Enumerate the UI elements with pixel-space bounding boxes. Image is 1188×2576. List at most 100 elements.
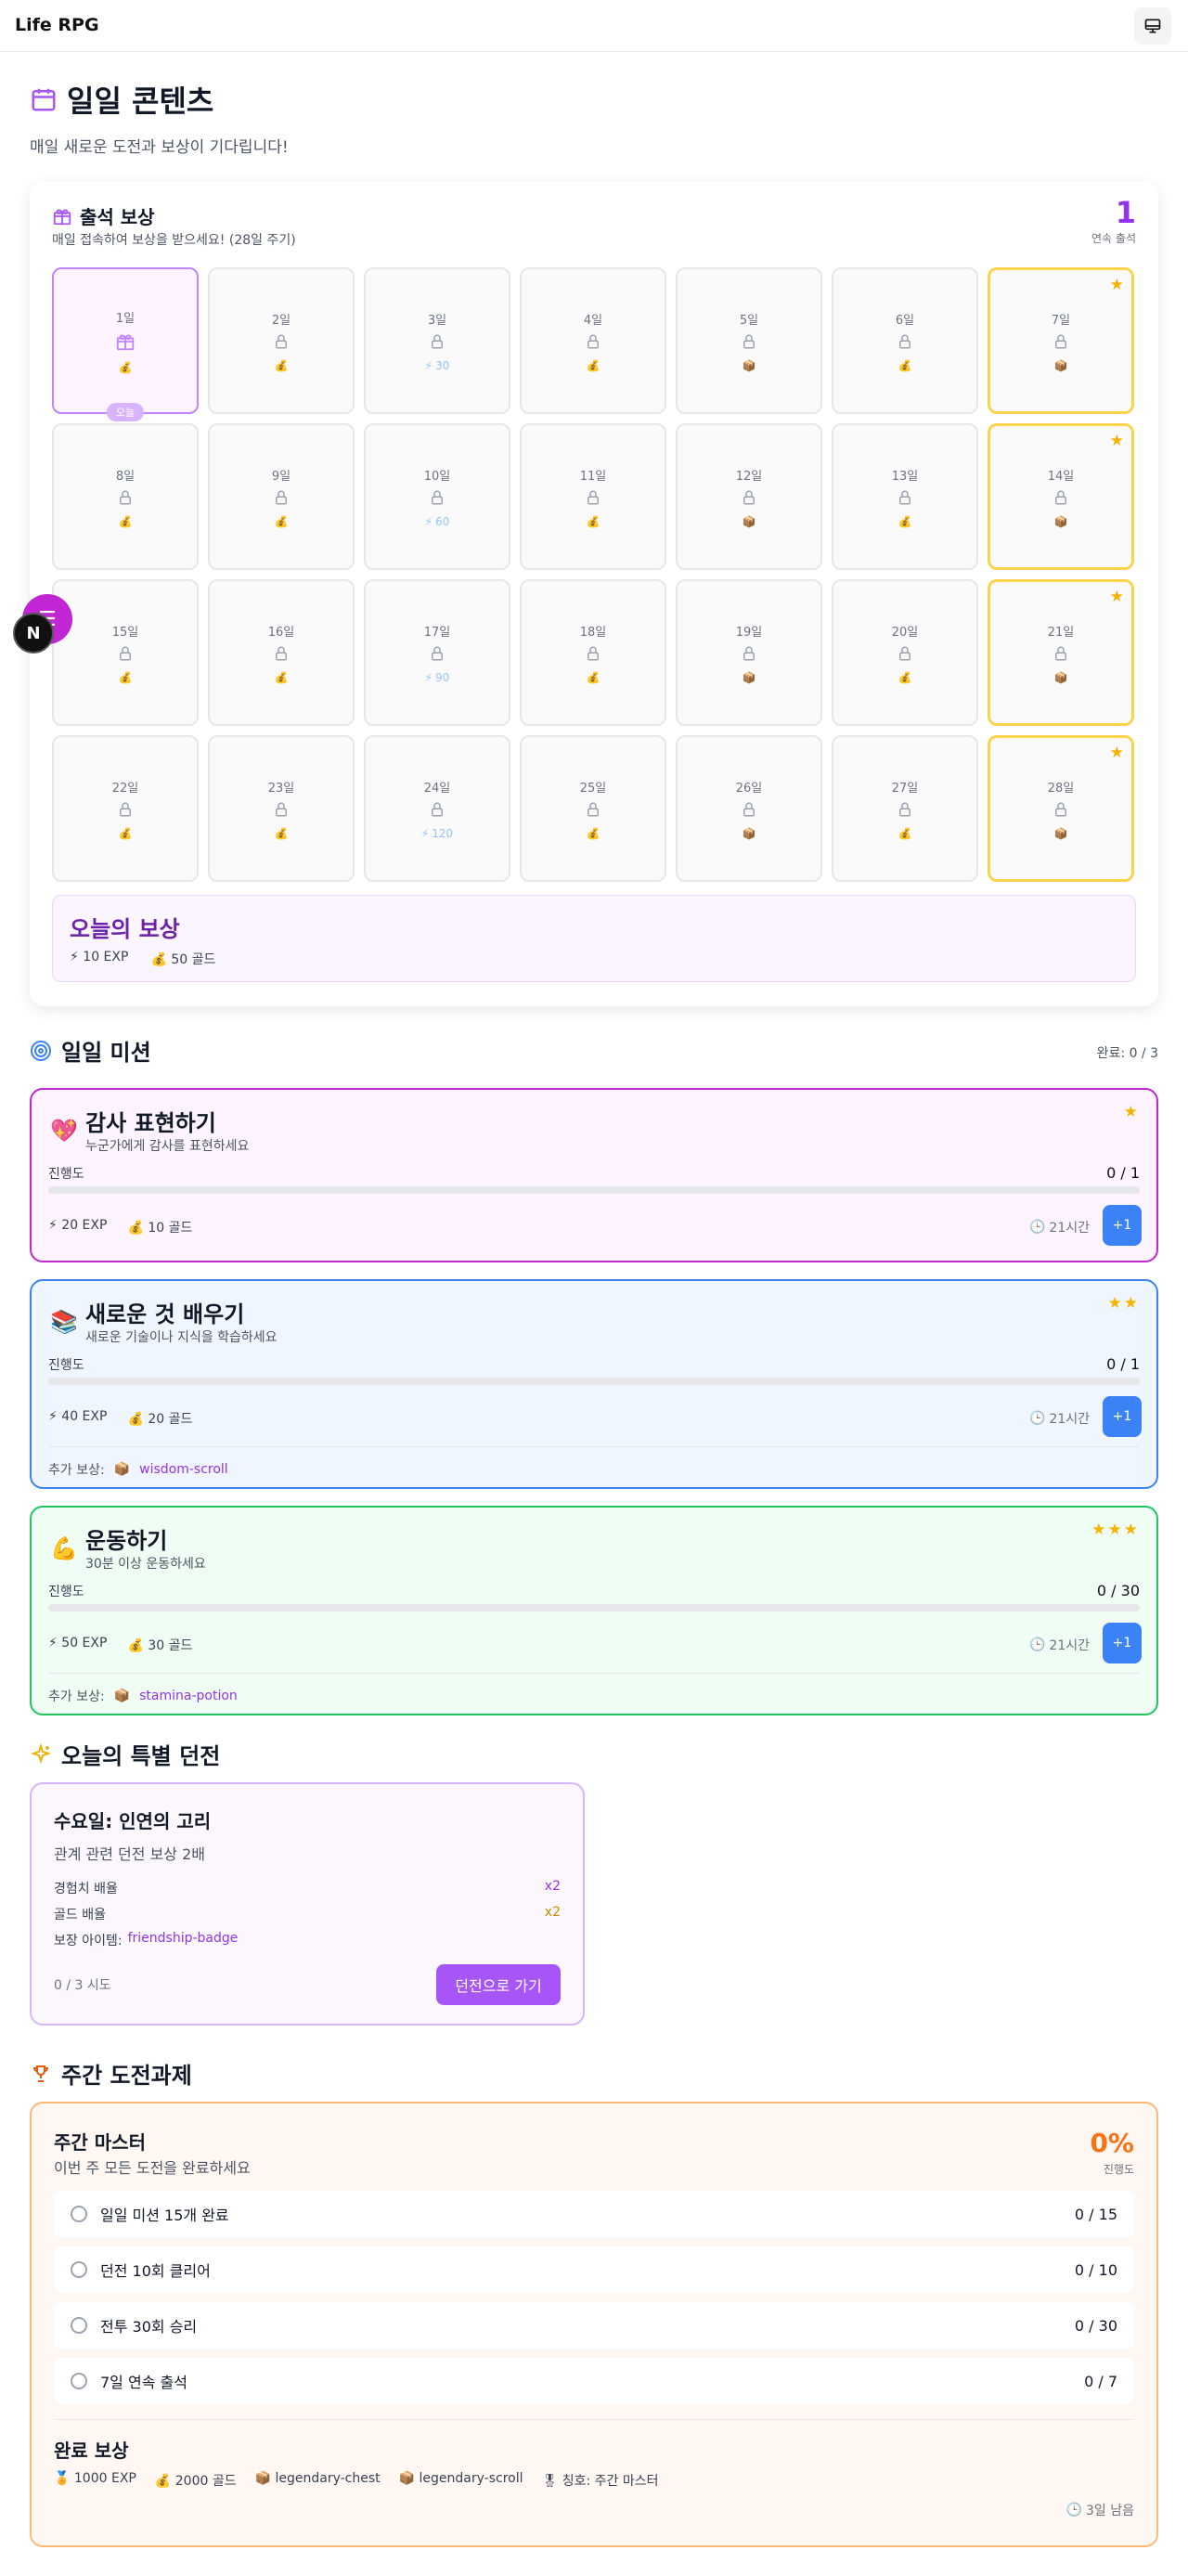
item-box-icon: 📦 xyxy=(1053,670,1068,684)
mission-title: 감사 표현하기 xyxy=(85,1110,216,1136)
extra-reward-label: 추가 보상: xyxy=(48,1689,105,1704)
item-box-icon: 📦 xyxy=(254,2471,272,2486)
attendance-day[interactable]: 26일 📦 xyxy=(676,735,822,882)
page-title-text: 일일 콘텐츠 xyxy=(67,84,214,119)
increment-button[interactable]: +1 xyxy=(1103,1396,1142,1437)
circle-icon xyxy=(71,2373,87,2389)
attendance-day[interactable]: 9일 💰 xyxy=(208,423,355,570)
dungeon-gold-label: 골드 배율 xyxy=(54,1908,106,1922)
mission-rewards: ⚡ 50 EXP 💰 30 골드 xyxy=(48,1636,192,1654)
lightning-icon: ⚡ xyxy=(424,670,433,684)
weekly-reward-text: 칭호: 주간 마스터 xyxy=(562,2474,659,2489)
mission-icon: 💪 xyxy=(50,1535,78,1561)
lock-icon xyxy=(272,801,291,822)
attendance-day[interactable]: 7일 📦 ★ xyxy=(988,267,1134,414)
weekly-reward-item: 📦 legendary-chest xyxy=(255,2471,381,2490)
attendance-day[interactable]: 4일 💰 xyxy=(520,267,666,414)
attendance-day[interactable]: 25일 💰 xyxy=(520,735,666,882)
attendance-day[interactable]: 6일 💰 xyxy=(832,267,978,414)
day-label: 28일 xyxy=(1047,781,1075,796)
attendance-day[interactable]: 18일 💰 xyxy=(520,579,666,726)
medal-icon: 🎖 xyxy=(541,2474,559,2489)
gold-bag-icon: 💰 xyxy=(586,358,600,372)
extra-reward-item: wisdom-scroll xyxy=(139,1462,228,1477)
weekly-task-label: 일일 미션 15개 완료 xyxy=(100,2207,229,2224)
lightning-icon: ⚡ xyxy=(70,950,79,964)
weekly-task: 7일 연속 출석 0 / 7 xyxy=(54,2358,1134,2404)
lock-icon xyxy=(584,801,602,822)
today-reward-items: ⚡ 10 EXP 💰 50 골드 xyxy=(70,950,215,968)
mission-time-left: 🕒 21시간 xyxy=(1029,1218,1090,1236)
attendance-day[interactable]: 2일 💰 xyxy=(208,267,355,414)
difficulty-stars: ★ xyxy=(1123,1103,1140,1121)
attendance-day[interactable]: 20일 💰 xyxy=(832,579,978,726)
day-label: 3일 xyxy=(427,313,447,328)
weekly-time-left-text: 3일 남음 xyxy=(1086,2504,1134,2518)
attendance-day[interactable]: 28일 📦 ★ xyxy=(988,735,1134,882)
day-reward-value: 90 xyxy=(435,670,450,684)
attendance-day[interactable]: 15일 💰 xyxy=(52,579,199,726)
mission-title: 운동하기 xyxy=(85,1528,168,1554)
gift-icon xyxy=(115,331,136,356)
attendance-day[interactable]: 14일 📦 ★ xyxy=(988,423,1134,570)
weekly-task-count: 0 / 15 xyxy=(1074,2205,1117,2223)
lock-icon xyxy=(428,645,446,666)
weekly-task-label: 7일 연속 출석 xyxy=(100,2374,187,2391)
day-label: 16일 xyxy=(267,625,295,640)
mission-exp-text: 40 EXP xyxy=(61,1409,108,1424)
item-box-icon: 📦 xyxy=(113,1689,131,1703)
difficulty-stars: ★★ xyxy=(1107,1294,1140,1313)
progress-label: 진행도 xyxy=(48,1358,84,1373)
clock-icon: 🕒 xyxy=(1028,1638,1046,1652)
monitor-button[interactable] xyxy=(1134,7,1171,45)
weekly-task-count: 0 / 30 xyxy=(1074,2316,1117,2335)
today-reward-box: 오늘의 보상 ⚡ 10 EXP 💰 50 골드 xyxy=(52,895,1136,982)
item-box-icon: 📦 xyxy=(113,1462,131,1477)
attendance-day[interactable]: 23일 💰 xyxy=(208,735,355,882)
attendance-day[interactable]: 21일 📦 ★ xyxy=(988,579,1134,726)
attendance-day[interactable]: 16일 💰 xyxy=(208,579,355,726)
attendance-day[interactable]: 17일 ⚡ 90 xyxy=(364,579,510,726)
attendance-day[interactable]: 27일 💰 xyxy=(832,735,978,882)
gold-bag-icon: 💰 xyxy=(274,670,289,684)
mission-card: 📚 새로운 것 배우기 새로운 기술이나 지식을 학습하세요 ★★ 진행도 0 … xyxy=(30,1279,1158,1489)
weekly-reward-list: 🏅 1000 EXP 💰 2000 골드 📦 legendary-chest 📦 le… xyxy=(54,2471,659,2490)
lock-icon xyxy=(1052,645,1070,666)
attendance-day[interactable]: 22일 💰 xyxy=(52,735,199,882)
attendance-day[interactable]: 19일 📦 xyxy=(676,579,822,726)
go-dungeon-button[interactable]: 던전으로 가기 xyxy=(436,1964,561,2005)
increment-button[interactable]: +1 xyxy=(1103,1623,1142,1663)
progress-label: 진행도 xyxy=(48,1585,84,1599)
circle-icon xyxy=(71,2261,87,2278)
day-label: 23일 xyxy=(267,781,295,796)
attendance-day[interactable]: 1일 💰 오늘 xyxy=(52,267,199,421)
attendance-day[interactable]: 5일 📦 xyxy=(676,267,822,414)
extra-reward-label: 추가 보상: xyxy=(48,1463,105,1478)
attendance-day[interactable]: 12일 📦 xyxy=(676,423,822,570)
app-title[interactable]: Life RPG xyxy=(15,15,99,35)
dungeon-attempts: 0 / 3 시도 xyxy=(54,1978,111,1993)
progress-label: 진행도 xyxy=(48,1167,84,1182)
attendance-day[interactable]: 24일 ⚡ 120 xyxy=(364,735,510,882)
attendance-day[interactable]: 8일 💰 xyxy=(52,423,199,570)
trophy-icon xyxy=(32,2065,49,2082)
attendance-day[interactable]: 11일 💰 xyxy=(520,423,666,570)
weekly-task: 일일 미션 15개 완료 0 / 15 xyxy=(54,2191,1134,2237)
attendance-day[interactable]: 3일 ⚡ 30 xyxy=(364,267,510,414)
increment-button[interactable]: +1 xyxy=(1103,1205,1142,1246)
progress-bar xyxy=(48,1186,1140,1194)
day-label: 19일 xyxy=(735,625,763,640)
day-label: 18일 xyxy=(579,625,607,640)
weekly-divider xyxy=(54,2419,1134,2420)
item-box-icon: 📦 xyxy=(742,670,756,684)
calendar-icon xyxy=(32,88,56,111)
item-box-icon: 📦 xyxy=(398,2471,416,2486)
next-devtools-button[interactable]: N xyxy=(13,613,54,654)
day-label: 5일 xyxy=(739,313,759,328)
day-label: 9일 xyxy=(271,469,291,484)
lock-icon xyxy=(896,333,914,354)
attendance-day[interactable]: 10일 ⚡ 60 xyxy=(364,423,510,570)
lock-icon xyxy=(1052,489,1070,510)
attendance-day[interactable]: 13일 💰 xyxy=(832,423,978,570)
weekly-time-left: 🕒 3일 남음 xyxy=(1066,2501,1134,2519)
